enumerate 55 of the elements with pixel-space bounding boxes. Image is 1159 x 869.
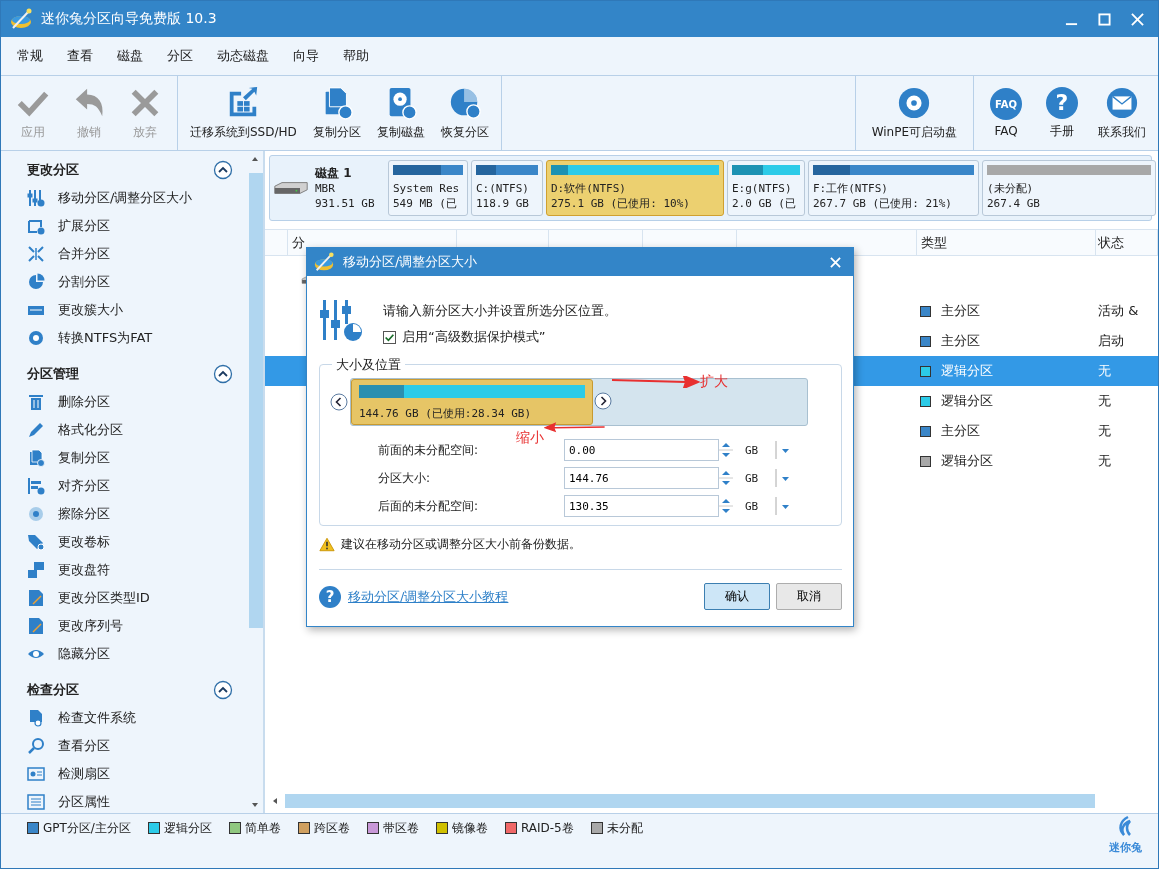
table-cell: 活动 &: [1098, 303, 1139, 318]
partition-size: 2.0 GB (已: [732, 196, 797, 211]
field-label: 分区大小:: [378, 469, 432, 487]
unit-label: GB: [745, 499, 760, 513]
partition-size: 267.4 GB: [987, 196, 1041, 211]
annotation-text: 扩大: [700, 373, 728, 391]
table-cell: 逻辑分区: [941, 452, 993, 470]
partition-name: D:软件(NTFS): [551, 181, 627, 196]
instruction-text: 请输入新分区大小并设置所选分区位置。: [383, 302, 617, 320]
unit-label: GB: [745, 443, 760, 457]
partition-name: System Res: [393, 181, 461, 196]
table-cell: 无: [1098, 423, 1111, 438]
table-cell: 启动: [1098, 333, 1124, 348]
partition-size: 118.9 GB: [476, 196, 530, 211]
partition-name: C:(NTFS): [476, 181, 530, 196]
group-title: 大小及位置: [332, 356, 405, 374]
table-cell: 逻辑分区: [941, 392, 993, 410]
warning-text: 建议在移动分区或调整分区大小前备份数据。: [341, 536, 581, 553]
faq-icon: FAQ: [990, 88, 1022, 120]
section-title: 更改分区: [27, 161, 79, 179]
legend-label: 未分配: [606, 819, 643, 837]
partition-name: E:g(NTFS): [732, 181, 793, 196]
partition-name: F:工作(NTFS): [813, 181, 889, 196]
partition-size: 267.7 GB (已使用: 21%): [813, 196, 953, 211]
partition-size: 549 MB (已: [393, 196, 458, 211]
legend-label: 带区卷: [382, 819, 419, 837]
legend-label: 简单卷: [244, 819, 281, 837]
window-title: 迷你兔分区向导免费版 10.3: [41, 10, 217, 28]
logo-text: 迷你兔: [1109, 840, 1142, 855]
table-cell: 逻辑分区: [941, 362, 993, 380]
table-cell: 主分区: [941, 422, 980, 440]
unit-label: GB: [745, 471, 760, 485]
legend-label: RAID-5卷: [520, 819, 574, 837]
disk-type: MBR: [315, 180, 336, 196]
annotation-text: 缩小: [516, 429, 544, 447]
legend-label: 镜像卷: [451, 819, 488, 837]
field-label: 前面的未分配空间:: [378, 441, 480, 459]
legend-label: 跨区卷: [313, 819, 350, 837]
help-icon: ?: [1046, 86, 1078, 119]
section-title: 分区管理: [27, 365, 79, 383]
disk-name: 磁盘 1: [315, 165, 353, 181]
partition-size: 275.1 GB (已使用: 10%): [551, 196, 691, 211]
table-cell: 无: [1098, 453, 1111, 468]
partition-size-label: 144.76 GB (已使用:28.34 GB): [359, 406, 533, 421]
disk-size: 931.51 GB: [315, 195, 375, 211]
field-label: 后面的未分配空间:: [378, 497, 480, 515]
partition-name: (未分配): [987, 181, 1035, 196]
dialog-title: 移动分区/调整分区大小: [343, 253, 478, 271]
legend-label: 逻辑分区: [163, 819, 212, 837]
table-cell: 无: [1098, 363, 1111, 378]
table-cell: 无: [1098, 393, 1111, 408]
table-cell: 主分区: [941, 302, 980, 320]
table-cell: 主分区: [941, 332, 980, 350]
section-title: 检查分区: [27, 681, 79, 699]
legend-label: GPT分区/主分区: [43, 819, 131, 837]
